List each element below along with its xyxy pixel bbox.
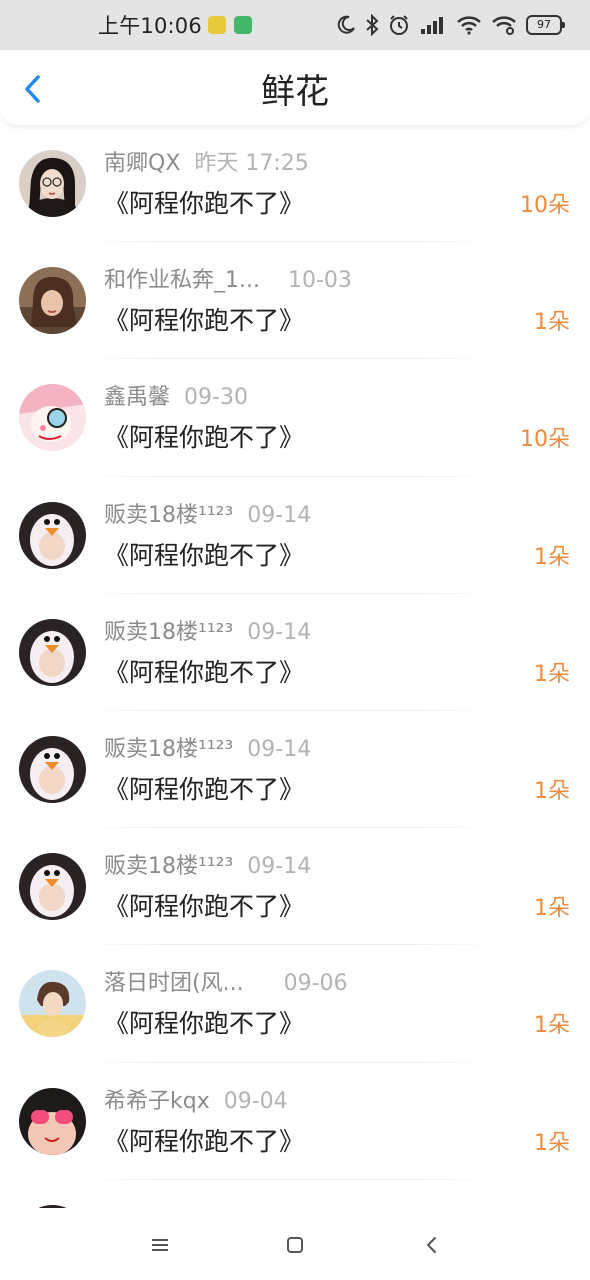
- date: 09-14: [247, 502, 312, 528]
- menu-button[interactable]: [143, 1228, 177, 1262]
- menu-icon: [152, 1239, 168, 1251]
- list-item[interactable]: 贩卖18楼¹¹²³ 09-14 《阿程你跑不了》 1朵: [0, 594, 590, 711]
- avatar[interactable]: [19, 618, 86, 686]
- date: 10-03: [287, 268, 352, 294]
- nickname[interactable]: 贩卖18楼¹¹²³: [104, 503, 233, 528]
- system-nav-bar: [0, 1208, 590, 1280]
- avatar[interactable]: [19, 1087, 86, 1155]
- signal-icon: [421, 17, 443, 34]
- flower-count: 1朵: [534, 661, 570, 687]
- book-title: 《阿程你跑不了》: [104, 1126, 305, 1156]
- flower-count: 1朵: [534, 1013, 570, 1039]
- item-meta: 南卿QX 昨天 17:25: [104, 150, 309, 178]
- nickname[interactable]: 贩卖18楼¹¹²³: [104, 854, 233, 879]
- wifi-icon: [457, 16, 481, 35]
- item-meta: 鑫禹馨 09-30: [104, 384, 248, 412]
- flowers-page: 上午10:06 97 鲜花 南卿QX 昨天 17:25 《阿程你跑不了》 10朵…: [0, 0, 590, 1280]
- date: 09-30: [184, 385, 248, 411]
- book-title: 《阿程你跑不了》: [104, 774, 305, 804]
- date: 09-14: [247, 736, 312, 762]
- book-title: 《阿程你跑不了》: [104, 1009, 305, 1039]
- home-square-icon: [287, 1237, 303, 1253]
- bluetooth-icon: [366, 14, 379, 36]
- date: 09-06: [283, 971, 348, 997]
- nickname[interactable]: 贩卖18楼¹¹²³: [104, 737, 233, 762]
- list-item[interactable]: 落日时团(风... 09-06 《阿程你跑不了》 1朵: [0, 945, 590, 1063]
- item-meta: 落日时团(风... 09-06: [104, 970, 348, 998]
- flower-count: 10朵: [520, 193, 570, 218]
- status-time: 上午10:06: [98, 14, 202, 38]
- item-meta: 和作业私奔_1... 10-03: [104, 267, 352, 295]
- item-meta: 贩卖18楼¹¹²³ 09-14: [104, 736, 311, 764]
- flower-count: 10朵: [520, 427, 570, 453]
- book-title: 《阿程你跑不了》: [104, 423, 305, 453]
- flower-count: 1朵: [534, 1130, 570, 1156]
- status-icons: 97: [336, 14, 565, 36]
- nickname[interactable]: 和作业私奔_1...: [104, 268, 260, 293]
- flower-count: 1朵: [534, 544, 570, 570]
- flower-count: 1朵: [534, 310, 570, 336]
- item-meta: 贩卖18楼¹¹²³ 09-14: [104, 619, 311, 647]
- list-item[interactable]: 南卿QX 昨天 17:25 《阿程你跑不了》 10朵: [0, 125, 590, 243]
- back-triangle-icon: [427, 1237, 436, 1253]
- nickname[interactable]: 贩卖18楼¹¹²³: [104, 620, 233, 645]
- avatar[interactable]: [19, 267, 86, 335]
- moon-icon: [337, 15, 355, 34]
- book-title: 《阿程你跑不了》: [104, 306, 305, 336]
- home-button[interactable]: [278, 1228, 312, 1262]
- flower-list: 南卿QX 昨天 17:25 《阿程你跑不了》 10朵 和作业私奔_1... 10-0…: [0, 125, 590, 1208]
- nickname[interactable]: 南卿QX: [104, 151, 180, 176]
- status-bar: 上午10:06 97: [0, 0, 590, 50]
- book-title: 《阿程你跑不了》: [104, 892, 305, 922]
- avatar[interactable]: [19, 735, 86, 803]
- list-item[interactable]: 贩卖18楼¹¹²³ 09-14 《阿程你跑不了》 1朵: [0, 477, 590, 594]
- date: 09-04: [223, 1088, 288, 1114]
- avatar[interactable]: [19, 384, 86, 452]
- wifi-call-icon: [492, 16, 516, 35]
- weather-app-icon: [207, 16, 226, 34]
- date: 昨天 17:25: [194, 151, 309, 176]
- item-meta: 希希子kqx 09-04: [104, 1088, 288, 1116]
- list-item[interactable]: 贩卖18楼¹¹²³ 09-14 《阿程你跑不了》 1朵: [0, 711, 590, 829]
- avatar[interactable]: [19, 150, 86, 217]
- item-meta: 贩卖18楼¹¹²³ 09-14: [104, 502, 311, 530]
- alarm-icon: [390, 15, 408, 35]
- nickname[interactable]: 落日时团(风...: [104, 971, 244, 996]
- header-bar: 鲜花: [0, 50, 590, 125]
- flower-count: 1朵: [534, 778, 570, 804]
- list-item[interactable]: 和作业私奔_1... 10-03 《阿程你跑不了》 1朵: [0, 242, 590, 360]
- flower-count: 1朵: [534, 896, 570, 922]
- page-title: 鲜花: [261, 72, 329, 112]
- date: 09-14: [247, 619, 312, 645]
- book-title: 《阿程你跑不了》: [104, 540, 305, 570]
- avatar[interactable]: [19, 501, 86, 569]
- book-title: 《阿程你跑不了》: [104, 189, 305, 218]
- nickname[interactable]: 鑫禹馨: [104, 385, 170, 410]
- date: 09-14: [247, 854, 312, 880]
- book-title: 《阿程你跑不了》: [104, 657, 305, 687]
- list-item-partial[interactable]: [0, 1180, 590, 1208]
- nickname[interactable]: 希希子kqx: [104, 1089, 210, 1114]
- avatar[interactable]: [19, 970, 86, 1038]
- back-nav-button[interactable]: [415, 1228, 449, 1262]
- list-item[interactable]: 鑫禹馨 09-30 《阿程你跑不了》 10朵: [0, 359, 590, 477]
- list-item[interactable]: 贩卖18楼¹¹²³ 09-14 《阿程你跑不了》 1朵: [0, 828, 590, 946]
- android-app-icon: [233, 16, 252, 34]
- battery-icon: 97: [526, 15, 565, 35]
- item-meta: 贩卖18楼¹¹²³ 09-14: [104, 853, 311, 881]
- list-item[interactable]: 希希子kqx 09-04 《阿程你跑不了》 1朵: [0, 1063, 590, 1180]
- avatar[interactable]: [19, 853, 86, 921]
